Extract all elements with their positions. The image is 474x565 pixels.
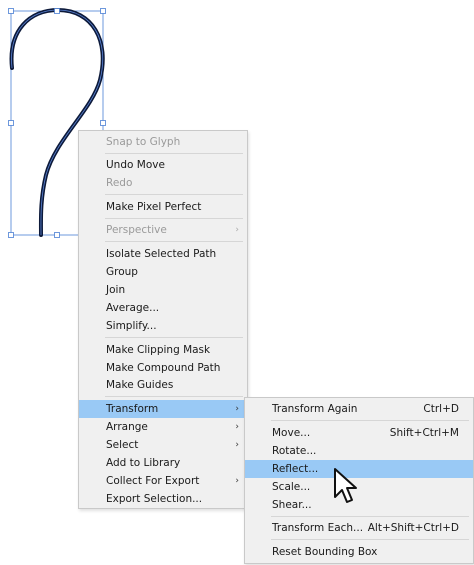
menu-item-simplify[interactable]: Simplify... bbox=[79, 317, 247, 335]
menu-separator bbox=[105, 218, 243, 219]
menu-item-undo-move[interactable]: Undo Move bbox=[79, 156, 247, 174]
handle-middle-right bbox=[100, 120, 106, 126]
menu-item-transform-each[interactable]: Transform Each... Alt+Shift+Ctrl+D bbox=[245, 519, 473, 537]
handle-bottom-middle bbox=[54, 232, 60, 238]
menu-item-label: Arrange bbox=[106, 421, 148, 433]
handle-bottom-left bbox=[8, 232, 14, 238]
menu-item-label: Perspective bbox=[106, 224, 167, 236]
handle-middle-left bbox=[8, 120, 14, 126]
menu-item-group[interactable]: Group bbox=[79, 263, 247, 281]
menu-item-add-to-library[interactable]: Add to Library bbox=[79, 454, 247, 472]
menu-item-isolate-selected-path[interactable]: Isolate Selected Path bbox=[79, 245, 247, 263]
menu-item-join[interactable]: Join bbox=[79, 281, 247, 299]
menu-item-perspective[interactable]: Perspective › bbox=[79, 221, 247, 239]
menu-item-shear[interactable]: Shear... bbox=[245, 496, 473, 514]
menu-separator bbox=[105, 194, 243, 195]
menu-separator bbox=[105, 153, 243, 154]
menu-item-label: Transform bbox=[106, 403, 159, 415]
menu-separator bbox=[271, 420, 469, 421]
context-menu: Snap to Glyph Undo Move Redo Make Pixel … bbox=[78, 130, 248, 509]
chevron-right-icon: › bbox=[235, 422, 239, 432]
menu-item-arrange[interactable]: Arrange › bbox=[79, 418, 247, 436]
menu-separator bbox=[105, 337, 243, 338]
menu-item-redo[interactable]: Redo bbox=[79, 174, 247, 192]
menu-item-select[interactable]: Select › bbox=[79, 436, 247, 454]
menu-item-transform-again[interactable]: Transform Again Ctrl+D bbox=[245, 400, 473, 418]
artboard[interactable]: Snap to Glyph Undo Move Redo Make Pixel … bbox=[0, 0, 474, 565]
mouse-pointer-icon bbox=[334, 468, 357, 503]
menu-item-label: Collect For Export bbox=[106, 475, 200, 487]
menu-item-label: Transform Each... bbox=[272, 522, 364, 534]
menu-item-make-pixel-perfect[interactable]: Make Pixel Perfect bbox=[79, 198, 247, 216]
menu-item-make-guides[interactable]: Make Guides bbox=[79, 376, 247, 394]
shortcut-label: Shift+Ctrl+M bbox=[389, 427, 459, 439]
menu-separator bbox=[105, 241, 243, 242]
menu-item-rotate[interactable]: Rotate... bbox=[245, 442, 473, 460]
handle-top-left bbox=[8, 8, 14, 14]
menu-item-label: Select bbox=[106, 439, 139, 451]
menu-separator bbox=[271, 539, 469, 540]
shortcut-label: Ctrl+D bbox=[423, 403, 459, 415]
menu-item-export-selection[interactable]: Export Selection... bbox=[79, 490, 247, 508]
shortcut-label: Alt+Shift+Ctrl+D bbox=[367, 522, 459, 534]
menu-item-collect-for-export[interactable]: Collect For Export › bbox=[79, 472, 247, 490]
chevron-right-icon: › bbox=[235, 225, 239, 235]
menu-item-transform[interactable]: Transform › bbox=[79, 400, 247, 418]
handle-top-right bbox=[100, 8, 106, 14]
menu-item-make-compound-path[interactable]: Make Compound Path bbox=[79, 359, 247, 377]
chevron-right-icon: › bbox=[235, 476, 239, 486]
menu-item-label: Transform Again bbox=[272, 403, 358, 415]
menu-item-make-clipping-mask[interactable]: Make Clipping Mask bbox=[79, 341, 247, 359]
menu-item-average[interactable]: Average... bbox=[79, 299, 247, 317]
menu-separator bbox=[105, 396, 243, 397]
menu-item-scale[interactable]: Scale... bbox=[245, 478, 473, 496]
menu-item-reflect[interactable]: Reflect... bbox=[245, 460, 473, 478]
menu-item-reset-bounding-box[interactable]: Reset Bounding Box bbox=[245, 543, 473, 561]
chevron-right-icon: › bbox=[235, 404, 239, 414]
menu-item-snap-to-glyph[interactable]: Snap to Glyph bbox=[79, 133, 247, 151]
handle-top-middle bbox=[54, 8, 60, 14]
menu-item-move[interactable]: Move... Shift+Ctrl+M bbox=[245, 424, 473, 442]
menu-item-label: Move... bbox=[272, 427, 311, 439]
menu-separator bbox=[271, 516, 469, 517]
chevron-right-icon: › bbox=[235, 440, 239, 450]
transform-submenu: Transform Again Ctrl+D Move... Shift+Ctr… bbox=[244, 397, 474, 564]
